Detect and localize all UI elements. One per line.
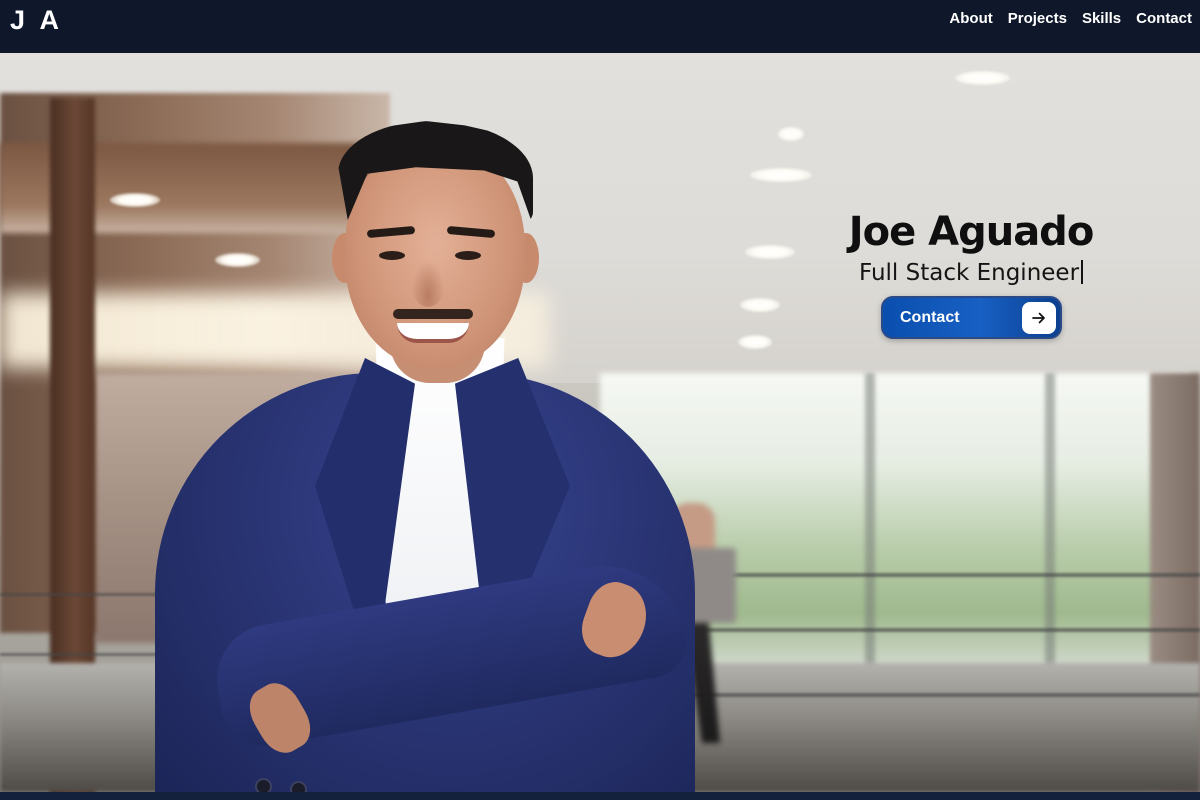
- portrait-sleeve-button: [255, 778, 272, 792]
- arrow-right-icon: [1022, 301, 1056, 334]
- hero-role-line: Full Stack Engineer: [840, 260, 1102, 288]
- profile-portrait: [155, 73, 695, 792]
- nav-link-skills[interactable]: Skills: [1082, 10, 1121, 27]
- hero-role: Full Stack Engineer: [858, 260, 1080, 286]
- hero-section: [0, 53, 1200, 792]
- top-navbar: J A About Projects Skills Contact: [0, 0, 1200, 53]
- nav-links: About Projects Skills Contact: [949, 10, 1192, 27]
- portrait-eye: [455, 251, 481, 260]
- contact-button-label: Contact: [900, 308, 960, 326]
- portrait-mustache: [393, 309, 473, 319]
- portfolio-page: J A About Projects Skills Contact Joe Ag…: [0, 0, 1200, 800]
- portrait-nose: [411, 261, 445, 307]
- nav-link-contact[interactable]: Contact: [1136, 10, 1192, 27]
- nav-link-projects[interactable]: Projects: [1008, 10, 1067, 27]
- arrow-right-glyph: [1032, 312, 1045, 323]
- hero-name: Joe Aguado: [848, 209, 1095, 255]
- portrait-eye: [379, 251, 405, 260]
- site-logo[interactable]: J A: [10, 7, 63, 34]
- ceiling-light: [740, 298, 780, 312]
- portrait-smile: [397, 323, 469, 343]
- hero-contact-button[interactable]: Contact: [881, 296, 1062, 339]
- bottom-strip: [0, 792, 1200, 800]
- ceiling-light: [778, 127, 804, 141]
- ceiling-light: [110, 193, 160, 207]
- typing-cursor: [1081, 260, 1084, 284]
- ceiling-light: [745, 245, 795, 259]
- ceiling-light: [955, 71, 1010, 85]
- portrait-sleeve-button: [290, 781, 307, 792]
- nav-link-about[interactable]: About: [949, 10, 992, 27]
- ceiling-light: [738, 335, 772, 349]
- ceiling-light: [750, 168, 812, 182]
- hero-intro: Joe Aguado Full Stack Engineer: [840, 208, 1102, 288]
